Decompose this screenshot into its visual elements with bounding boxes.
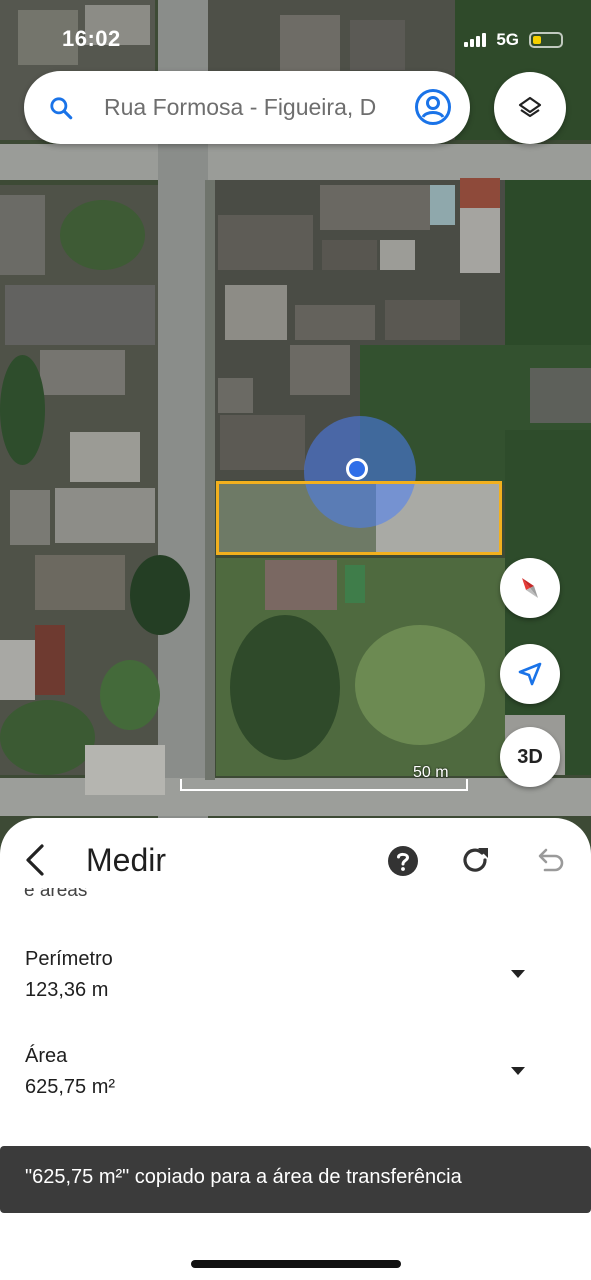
search-input[interactable]: Rua Formosa - Figueira, D [104,94,416,121]
building [460,208,500,273]
roadside-strip [205,180,215,780]
building [35,625,65,695]
building [460,178,500,208]
chevron-down-icon[interactable] [504,960,532,988]
view-3d-button[interactable]: 3D [500,727,560,787]
status-time: 16:02 [62,26,121,51]
navigation-arrow-icon [518,662,542,686]
building [265,560,337,610]
building [85,745,165,795]
my-location-button[interactable] [500,644,560,704]
building [40,350,125,395]
layers-icon [518,96,542,118]
building [35,555,125,610]
building [530,368,591,423]
chevron-down-icon[interactable] [504,1057,532,1085]
building [55,488,155,543]
sheet-title: Medir [86,842,167,878]
building [5,285,155,345]
building [430,185,455,225]
building [218,215,313,270]
layers-button[interactable] [494,72,566,144]
redo-icon[interactable] [460,844,492,876]
back-arrow-icon[interactable] [18,842,54,878]
search-bar[interactable]: Rua Formosa - Figueira, D [24,71,470,144]
measured-area-outline[interactable] [216,481,502,555]
tree [0,700,95,775]
status-indicators: 5G [464,30,563,50]
tree [60,200,145,270]
road-horizontal-top [0,144,591,180]
building [320,185,430,230]
perimeter-label: Perímetro [25,948,113,970]
instructions-text-partial: e áreas [24,888,88,901]
home-indicator[interactable] [191,1260,401,1268]
building [295,305,375,340]
building [350,20,405,70]
building [220,415,305,470]
current-location-dot[interactable] [346,458,368,480]
area-label: Área [25,1045,68,1067]
trees-right [505,180,591,370]
compass-icon [522,578,538,598]
building [10,490,50,545]
view-3d-label: 3D [517,746,543,768]
network-label: 5G [496,30,519,49]
compass-button[interactable] [500,558,560,618]
tree [100,660,160,730]
battery-icon [529,32,563,48]
building [280,15,340,75]
scale-label: 50 m [413,764,449,781]
building [385,300,460,340]
signal-icon [464,33,487,47]
help-icon[interactable] [386,844,420,878]
toast-message: "625,75 m²" copiado para a área de trans… [25,1166,462,1188]
building [380,240,415,270]
building [0,195,45,275]
pool [345,565,365,603]
copied-toast: "625,75 m²" copiado para a área de trans… [0,1146,591,1213]
tree [230,615,340,760]
tree [0,355,45,465]
building [290,345,350,395]
building [225,285,287,340]
perimeter-value: 123,36 m [25,979,109,1001]
satellite-map[interactable]: 16:02 5G Rua Formosa - Figueira, D 3D 50… [0,0,591,860]
undo-icon[interactable] [533,844,565,876]
area-value: 625,75 m² [25,1076,116,1098]
account-icon[interactable] [414,88,452,126]
building [322,240,377,270]
building [218,378,253,413]
tree [355,625,485,745]
search-icon [50,97,73,120]
building [70,432,140,482]
tree [130,555,190,635]
building [0,640,35,700]
